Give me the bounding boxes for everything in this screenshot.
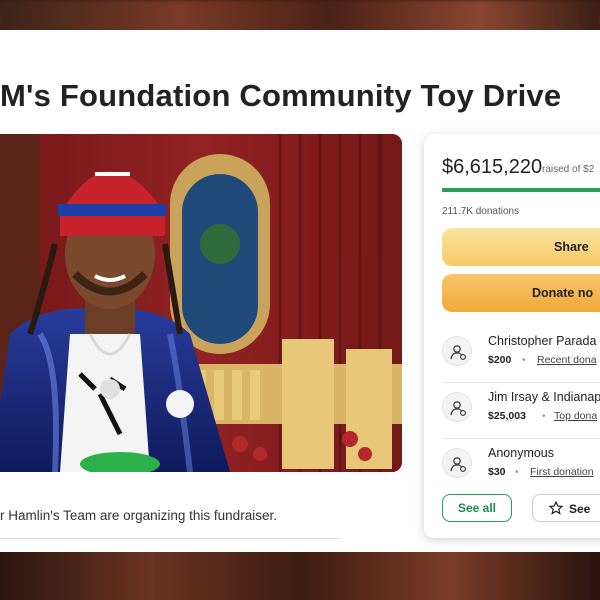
organizer-text: r Hamlin's Team are organizing this fund… — [0, 508, 277, 523]
star-icon — [548, 500, 564, 515]
donor-name: Anonymous — [488, 446, 555, 460]
page-title: M's Foundation Community Toy Drive — [0, 78, 562, 113]
donation-user-icon — [450, 457, 467, 473]
donor-tag-link[interactable]: First donation — [530, 466, 594, 478]
share-button[interactable]: Share — [442, 228, 600, 266]
see-top-button[interactable]: See — [532, 494, 600, 522]
donor-divider — [442, 382, 600, 383]
donor-tag-link[interactable]: Recent dona — [537, 354, 597, 366]
raised-of-goal: raised of $2 — [542, 164, 595, 175]
donor-avatar — [442, 336, 472, 366]
donor-amount: $30 — [488, 466, 506, 478]
separator-dot: • — [515, 467, 519, 478]
donor-item[interactable]: Christopher Parada $200 • Recent dona — [442, 332, 600, 382]
fundraiser-page: M's Foundation Community Toy Drive r Ham… — [0, 30, 600, 552]
donations-count: 211.7K donations — [442, 206, 520, 217]
separator-dot: • — [522, 355, 526, 366]
donor-tag-link[interactable]: Top dona — [554, 410, 597, 422]
video-frame-top — [0, 0, 600, 34]
donor-name: Jim Irsay & Indianap — [488, 390, 600, 404]
progress-bar — [442, 188, 600, 192]
amount-raised: $6,615,220 — [442, 156, 543, 178]
video-frame-bottom — [0, 548, 600, 600]
donor-divider — [442, 438, 600, 439]
donate-now-button[interactable]: Donate no — [442, 274, 600, 312]
divider — [0, 538, 340, 539]
photo-illustration — [0, 134, 402, 472]
donor-item[interactable]: Anonymous $30 • First donation — [442, 438, 600, 494]
donation-user-icon — [450, 345, 467, 361]
progress-bar-fill — [442, 188, 600, 192]
donation-user-icon — [450, 401, 467, 417]
donor-name: Christopher Parada — [488, 334, 597, 348]
see-all-button[interactable]: See all — [442, 494, 512, 522]
donor-amount: $25,003 — [488, 410, 526, 422]
donor-item[interactable]: Jim Irsay & Indianap $25,003 • Top dona — [442, 382, 600, 438]
donor-amount: $200 — [488, 354, 512, 366]
donor-avatar — [442, 448, 472, 478]
fundraiser-photo — [0, 134, 402, 472]
donation-card: $6,615,220 raised of $2 211.7K donations… — [424, 134, 600, 538]
donor-avatar — [442, 392, 472, 422]
separator-dot: • — [542, 411, 546, 422]
see-top-label: See — [569, 501, 591, 516]
